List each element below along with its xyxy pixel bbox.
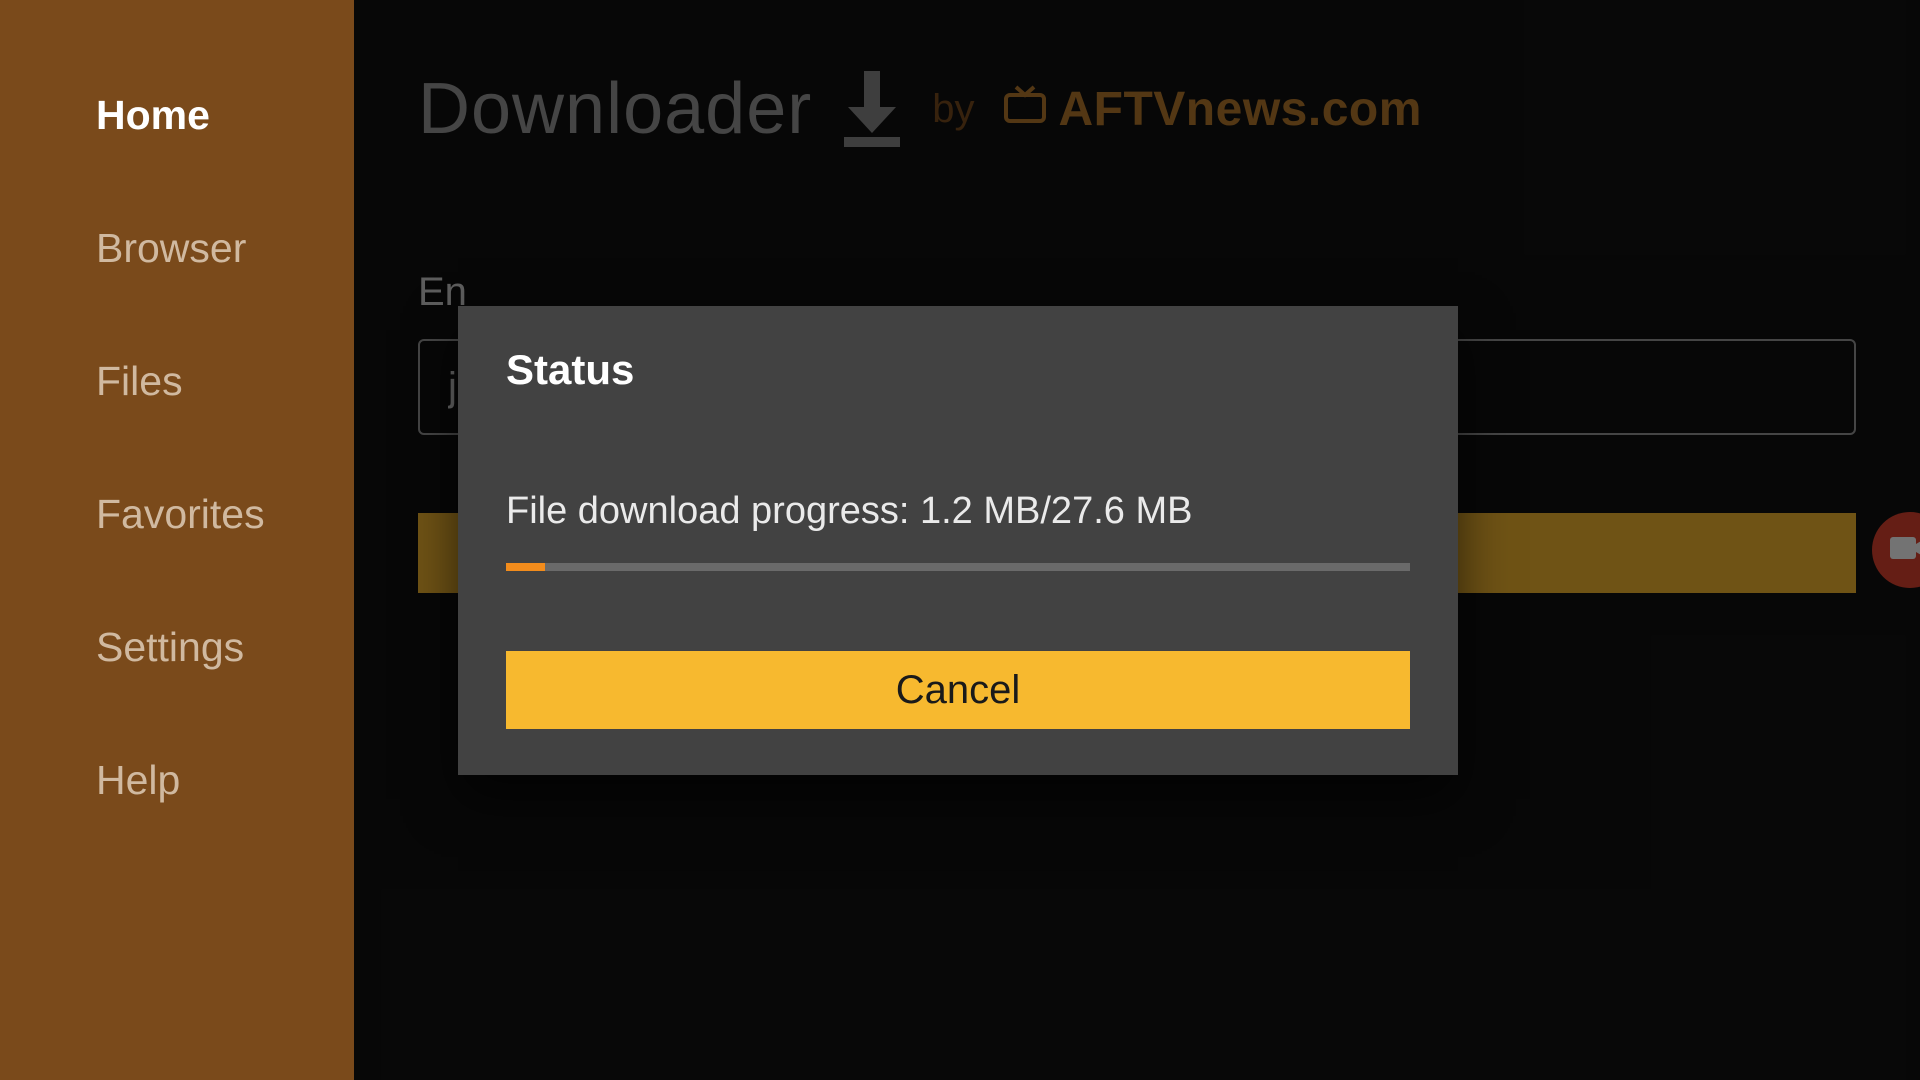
modal-overlay: Status File download progress: 1.2 MB/27… [354, 0, 1920, 1080]
progress-text: File download progress: 1.2 MB/27.6 MB [506, 490, 1410, 533]
sidebar-item-browser[interactable]: Browser [96, 225, 354, 272]
sidebar-item-favorites[interactable]: Favorites [96, 491, 354, 538]
progress-bar [506, 563, 1410, 571]
sidebar-item-files[interactable]: Files [96, 358, 354, 405]
progress-fill [506, 563, 545, 571]
cancel-button[interactable]: Cancel [506, 651, 1410, 729]
dialog-title: Status [506, 346, 1410, 394]
sidebar-item-help[interactable]: Help [96, 757, 354, 804]
main-content: Downloader by AFTVnews.com [354, 0, 1920, 1080]
status-dialog: Status File download progress: 1.2 MB/27… [458, 306, 1458, 775]
sidebar-item-home[interactable]: Home [96, 92, 354, 139]
sidebar-item-settings[interactable]: Settings [96, 624, 354, 671]
sidebar: Home Browser Files Favorites Settings He… [0, 0, 354, 1080]
